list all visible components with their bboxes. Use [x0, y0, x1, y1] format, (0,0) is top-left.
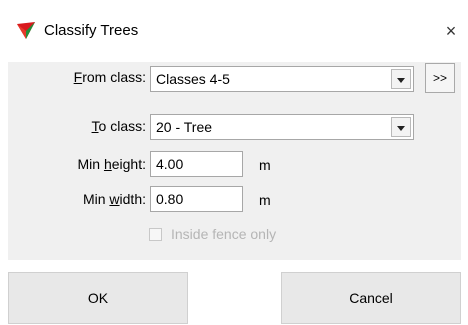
min-width-unit: m	[259, 192, 271, 208]
min-width-label-rest: idth:	[119, 191, 146, 207]
to-class-label: To class:	[44, 117, 146, 135]
close-icon[interactable]: ×	[440, 20, 462, 42]
min-width-value: 0.80	[156, 191, 184, 207]
from-class-label: From class:	[44, 68, 146, 86]
to-class-label-rest: o class:	[98, 118, 146, 134]
min-height-input[interactable]: 4.00	[150, 151, 243, 177]
cancel-button[interactable]: Cancel	[281, 272, 461, 324]
min-width-accel: w	[109, 191, 120, 207]
from-class-value: Classes 4-5	[156, 71, 230, 87]
chevron-down-icon[interactable]	[391, 69, 411, 89]
to-class-combo[interactable]: 20 - Tree	[150, 114, 414, 140]
min-height-label: Min height:	[44, 155, 147, 173]
from-class-combo[interactable]: Classes 4-5	[150, 66, 414, 92]
tree-classify-icon	[17, 22, 35, 40]
inside-fence-label: Inside fence only	[171, 226, 277, 242]
inside-fence-checkbox[interactable]	[149, 228, 162, 241]
min-height-value: 4.00	[156, 156, 184, 172]
min-height-unit: m	[259, 157, 271, 173]
to-class-accel: T	[91, 118, 99, 134]
min-width-input[interactable]: 0.80	[150, 186, 243, 212]
min-width-label: Min width:	[44, 190, 146, 208]
to-class-value: 20 - Tree	[156, 119, 213, 135]
from-class-label-rest: rom class:	[82, 69, 146, 85]
window-title: Classify Trees	[44, 22, 139, 39]
chevron-down-icon[interactable]	[391, 117, 411, 137]
from-class-accel: F	[73, 69, 83, 85]
min-width-label-prefix: Min	[82, 191, 110, 207]
ok-button[interactable]: OK	[8, 272, 188, 324]
min-height-label-prefix: Min	[77, 156, 104, 172]
min-height-accel: h	[103, 156, 112, 172]
title-bar: Classify Trees ×	[0, 0, 468, 62]
more-button[interactable]: >>	[425, 63, 455, 93]
min-height-label-rest: eight:	[111, 156, 146, 172]
